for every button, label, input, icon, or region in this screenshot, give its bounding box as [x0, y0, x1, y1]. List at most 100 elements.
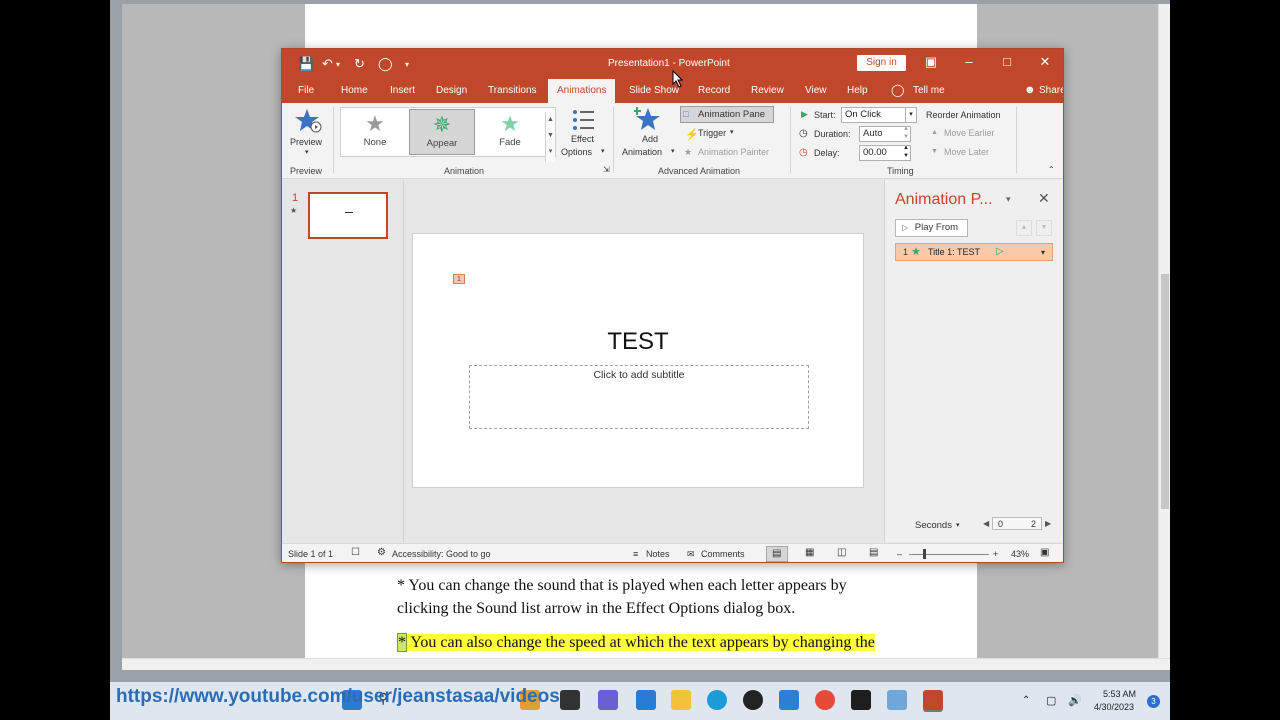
tray-overflow-icon[interactable]: ⌃	[1022, 695, 1030, 706]
sign-in-button[interactable]: Sign in	[857, 55, 906, 71]
share-person-icon[interactable]: ☻	[1024, 84, 1036, 96]
pane-options-icon[interactable]: ▾	[1006, 194, 1011, 205]
zoom-out-icon[interactable]: –	[897, 549, 902, 559]
accessibility-status[interactable]: Accessibility: Good to go	[392, 549, 491, 559]
chat-icon[interactable]	[598, 690, 618, 710]
slide-thumbnail[interactable]	[308, 192, 388, 239]
animation-item[interactable]: 1 ★ Title 1: TEST ▷ ▾	[895, 243, 1053, 261]
maximize-icon[interactable]: □	[997, 54, 1017, 69]
slide-title[interactable]: TEST	[413, 328, 863, 356]
clock-date[interactable]: 4/30/2023	[1094, 702, 1134, 712]
network-icon[interactable]: ▢	[1046, 694, 1056, 707]
gallery-scroll[interactable]: ▲ ▼ ▾	[545, 112, 555, 162]
file-explorer-icon[interactable]	[671, 690, 691, 710]
app-icon[interactable]	[779, 690, 799, 710]
timeline-right-icon[interactable]: ▶	[1045, 519, 1051, 528]
trigger-button[interactable]: Trigger	[698, 128, 726, 138]
zoom-level[interactable]: 43%	[1011, 549, 1029, 559]
undo-icon[interactable]: ↶	[322, 56, 333, 72]
reading-view-icon[interactable]: ◫	[837, 547, 846, 558]
slide-show-icon[interactable]: ▤	[869, 547, 878, 558]
task-view-icon[interactable]	[560, 690, 580, 710]
notification-badge[interactable]: 3	[1147, 695, 1160, 708]
gray-star-icon: ★	[365, 111, 385, 136]
youtube-url-overlay: https://www.youtube.com/user/jeanstasaa/…	[116, 686, 560, 707]
ribbon-display-options-icon[interactable]: ▣	[921, 54, 941, 70]
clock-time[interactable]: 5:53 AM	[1103, 689, 1136, 699]
tab-record[interactable]: Record	[698, 85, 730, 96]
fit-to-window-icon[interactable]: ▣	[1040, 547, 1049, 558]
preview-button[interactable]: Preview ▾	[288, 105, 328, 159]
group-separator	[790, 107, 791, 173]
gallery-item-none[interactable]: ★ None	[342, 109, 408, 155]
collapse-ribbon-icon[interactable]: ⌃	[1048, 165, 1055, 174]
scrollbar-thumb[interactable]	[1161, 274, 1169, 509]
terminal-icon[interactable]	[851, 690, 871, 710]
close-icon[interactable]: ✕	[1035, 54, 1055, 70]
subtitle-placeholder[interactable]: Click to add subtitle	[469, 365, 809, 429]
document-vertical-scrollbar[interactable]	[1158, 4, 1170, 658]
store-icon[interactable]	[636, 690, 656, 710]
animation-pane-button[interactable]: □ Animation Pane	[680, 106, 774, 123]
duration-spinner[interactable]: Auto ▲ ▼	[859, 126, 911, 142]
minimize-icon[interactable]: –	[959, 54, 979, 69]
move-down-icon[interactable]: ▼	[1036, 220, 1052, 236]
gallery-item-appear[interactable]: ✵ Appear	[409, 109, 475, 155]
tab-help[interactable]: Help	[847, 85, 868, 96]
tab-home[interactable]: Home	[341, 85, 368, 96]
slide-number: 1	[292, 192, 299, 204]
start-dropdown[interactable]: On Click ▾	[841, 107, 917, 123]
edge-icon[interactable]	[707, 690, 727, 710]
dialog-launcher-icon[interactable]: ⇲	[603, 165, 610, 174]
start-value: On Click	[845, 109, 881, 120]
tab-design[interactable]: Design	[436, 85, 467, 96]
animation-painter-button[interactable]: Animation Painter	[698, 147, 769, 157]
spelling-icon[interactable]: ☐	[351, 547, 360, 558]
start-from-beginning-icon[interactable]: ◯	[378, 56, 393, 72]
redo-icon[interactable]: ↻	[354, 56, 365, 72]
media-player-icon[interactable]	[743, 690, 763, 710]
tab-file[interactable]: File	[298, 85, 314, 96]
gallery-item-fade[interactable]: ★ Fade	[477, 109, 543, 155]
move-earlier-button[interactable]: Move Earlier	[944, 128, 995, 138]
normal-view-button[interactable]: ▤	[766, 546, 788, 562]
highlighted-bullet: *	[397, 633, 407, 652]
effect-options-button[interactable]: Effect Options ▾	[561, 105, 611, 161]
comments-button[interactable]: Comments	[701, 549, 745, 559]
letterbox-right	[1170, 0, 1280, 720]
screen-recorder-icon[interactable]	[887, 690, 907, 710]
delay-spinner[interactable]: 00.00 ▲ ▼	[859, 145, 911, 161]
zoom-slider-thumb[interactable]	[923, 549, 926, 559]
document-horizontal-scrollbar[interactable]	[122, 658, 1170, 670]
add-animation-button[interactable]: Add Animation ▾	[619, 105, 677, 161]
timeline-left-icon[interactable]: ◀	[983, 519, 989, 528]
gallery-item-label: None	[363, 137, 387, 148]
tab-view[interactable]: View	[805, 85, 827, 96]
powerpoint-taskbar-icon[interactable]	[923, 690, 943, 710]
slide-sorter-icon[interactable]: ▦	[805, 547, 814, 558]
tab-animations[interactable]: Animations	[548, 79, 616, 103]
seconds-dropdown[interactable]: Seconds	[915, 520, 952, 531]
move-up-icon[interactable]: ▲	[1016, 220, 1032, 236]
animation-tag[interactable]: 1	[453, 274, 465, 284]
pane-close-icon[interactable]: ✕	[1038, 190, 1050, 207]
chrome-icon[interactable]	[815, 690, 835, 710]
animation-pane-icon: □	[683, 109, 689, 119]
slide-canvas[interactable]: 1 TEST Click to add subtitle	[412, 233, 864, 488]
notes-button[interactable]: Notes	[646, 549, 670, 559]
zoom-in-icon[interactable]: +	[993, 549, 998, 559]
save-icon[interactable]: 💾	[298, 56, 314, 72]
item-dropdown-icon[interactable]: ▾	[1041, 248, 1045, 257]
volume-icon[interactable]: 🔊	[1068, 694, 1082, 707]
zoom-slider[interactable]	[909, 554, 989, 555]
tab-review[interactable]: Review	[751, 85, 784, 96]
customize-toolbar-icon[interactable]: ▾	[405, 60, 409, 69]
play-from-button[interactable]: ▷ Play From	[895, 219, 968, 237]
tab-insert[interactable]: Insert	[390, 85, 415, 96]
move-later-button[interactable]: Move Later	[944, 147, 989, 157]
tab-transitions[interactable]: Transitions	[488, 85, 537, 96]
slide-counter: Slide 1 of 1	[288, 549, 334, 559]
share-button[interactable]: Share	[1039, 85, 1063, 96]
tell-me-search[interactable]: Tell me	[913, 85, 945, 96]
undo-dropdown-icon[interactable]: ▾	[336, 60, 340, 69]
